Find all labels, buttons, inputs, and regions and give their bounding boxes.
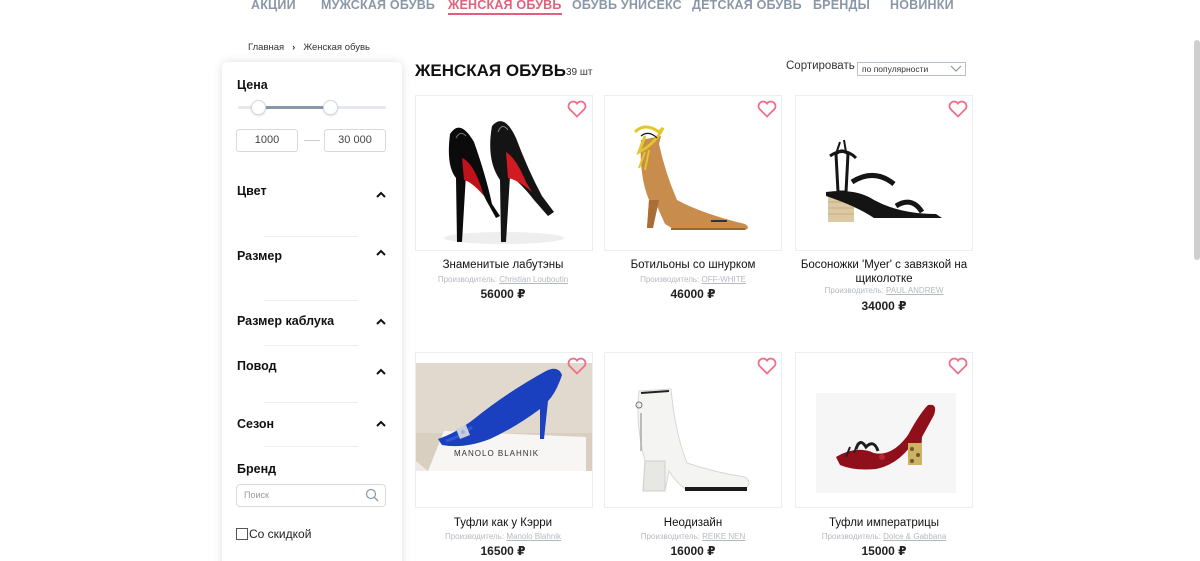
brand-filter-title: Бренд — [237, 462, 277, 476]
product-count: 39 шт — [566, 67, 593, 78]
search-icon[interactable] — [365, 488, 379, 510]
maker-link[interactable]: REIKE NEN — [702, 532, 745, 541]
maker-label: Производитель: — [821, 532, 881, 541]
maker-label: Производитель: — [824, 286, 884, 295]
nav-item-kids[interactable]: ДЕТСКАЯ ОБУВЬ — [692, 0, 802, 12]
maker-link[interactable]: PAUL ANDREW — [886, 286, 943, 295]
product-image-black-pumps[interactable] — [416, 96, 593, 251]
product-card[interactable] — [415, 95, 593, 251]
maker-label: Производитель: — [640, 532, 700, 541]
filter-divider — [264, 446, 358, 447]
chevron-up-icon[interactable] — [376, 249, 386, 259]
sort-select-value: по популярности — [862, 64, 929, 74]
page-title: ЖЕНСКАЯ ОБУВЬ — [415, 61, 566, 80]
color-filter-title[interactable]: Цвет — [237, 184, 267, 198]
product-image-strappy-sandal[interactable] — [796, 96, 973, 251]
product-image-white-ankle-boot[interactable] — [605, 353, 782, 508]
product-price: 16000 ₽ — [670, 544, 716, 558]
filter-divider — [264, 402, 358, 403]
box-brand-text: MANOLO BLAHNIK — [454, 449, 539, 458]
discount-checkbox[interactable] — [236, 528, 248, 540]
product-maker: Производитель: Christian Louboutin — [408, 275, 598, 284]
chevron-up-icon[interactable] — [376, 318, 386, 328]
product-maker: Производитель: PAUL ANDREW — [789, 286, 979, 295]
product-image-red-jeweled-heel[interactable] — [796, 353, 973, 508]
heart-icon[interactable] — [567, 100, 587, 118]
product-price: 15000 ₽ — [861, 544, 907, 558]
product-name[interactable]: Знаменитые лабутэны — [408, 258, 598, 272]
nav-item-new[interactable]: НОВИНКИ — [890, 0, 954, 12]
product-card[interactable] — [795, 95, 973, 251]
filter-divider — [264, 300, 358, 301]
heart-icon[interactable] — [948, 357, 968, 375]
chevron-down-icon — [950, 64, 962, 76]
maker-link[interactable]: Dolce & Gabbana — [883, 532, 946, 541]
maker-link[interactable]: OFF-WHITE — [701, 275, 745, 284]
maker-link[interactable]: Christian Louboutin — [499, 275, 568, 284]
product-price: 56000 ₽ — [480, 287, 526, 301]
chevron-up-icon[interactable] — [376, 368, 386, 378]
maker-label: Производитель: — [444, 532, 505, 541]
page-scrollbar[interactable] — [1194, 40, 1200, 260]
product-card[interactable] — [604, 352, 782, 508]
nav-item-men[interactable]: МУЖСКАЯ ОБУВЬ — [321, 0, 435, 12]
product-maker: Производитель: OFF-WHITE — [598, 275, 788, 284]
product-card[interactable]: MANOLO BLAHNIK — [415, 352, 593, 508]
brand-search-input[interactable]: Поиск — [236, 484, 386, 507]
main-nav: АКЦИИ МУЖСКАЯ ОБУВЬ ЖЕНСКАЯ ОБУВЬ ОБУВЬ … — [0, 0, 1200, 20]
filter-divider — [264, 236, 358, 237]
product-name[interactable]: Босоножки 'Myer' с завязкой на щиколотке — [789, 258, 979, 286]
product-image-blue-satin-pump[interactable]: MANOLO BLAHNIK — [416, 353, 593, 508]
chevron-up-icon[interactable] — [376, 191, 386, 201]
occasion-filter-title[interactable]: Повод — [237, 359, 277, 373]
nav-item-women[interactable]: ЖЕНСКАЯ ОБУВЬ — [448, 0, 562, 15]
price-slider-range — [258, 106, 332, 109]
season-filter-title[interactable]: Сезон — [237, 417, 274, 431]
maker-link[interactable]: Manolo Blahnik — [506, 532, 561, 541]
product-card[interactable] — [795, 352, 973, 508]
price-filter-title: Цена — [237, 78, 268, 92]
product-name[interactable]: Туфли императрицы — [789, 516, 979, 530]
product-maker: Производитель: REIKE NEN — [598, 532, 788, 541]
product-name[interactable]: Ботильоны со шнурком — [598, 258, 788, 272]
brand-search-placeholder: Поиск — [244, 490, 269, 500]
filter-sidebar: Цена 1000 30 000 Цвет Размер Размер кабл… — [222, 62, 402, 561]
product-card[interactable] — [604, 95, 782, 251]
product-name[interactable]: Туфли как у Кэрри — [408, 516, 598, 530]
product-maker: Производитель: Dolce & Gabbana — [789, 532, 979, 541]
breadcrumb: Главная › Женская обувь — [248, 42, 370, 53]
breadcrumb-home[interactable]: Главная — [248, 42, 284, 53]
chevron-up-icon[interactable] — [376, 420, 386, 430]
size-filter-title[interactable]: Размер — [237, 249, 282, 263]
price-max-input[interactable]: 30 000 — [324, 129, 386, 152]
product-price: 34000 ₽ — [861, 299, 907, 313]
discount-label: Со скидкой — [249, 527, 312, 541]
product-price: 16500 ₽ — [480, 544, 526, 558]
heart-icon[interactable] — [757, 100, 777, 118]
heart-icon[interactable] — [567, 357, 587, 375]
product-price: 46000 ₽ — [670, 287, 716, 301]
nav-item-brands[interactable]: БРЕНДЫ — [813, 0, 870, 12]
price-slider-max-handle[interactable] — [323, 100, 338, 115]
product-name[interactable]: Неодизайн — [598, 516, 788, 530]
breadcrumb-separator: › — [292, 42, 296, 53]
price-min-input[interactable]: 1000 — [236, 129, 298, 152]
nav-item-unisex[interactable]: ОБУВЬ УНИСЕКС — [572, 0, 682, 12]
heart-icon[interactable] — [948, 100, 968, 118]
heel-size-filter-title[interactable]: Размер каблука — [237, 314, 334, 328]
breadcrumb-current: Женская обувь — [303, 42, 370, 53]
sort-label: Сортировать — [786, 60, 855, 72]
nav-item-sales[interactable]: АКЦИИ — [251, 0, 296, 12]
price-range-dash — [304, 140, 320, 141]
maker-label: Производитель: — [640, 275, 700, 284]
product-image-tan-ankle-boot[interactable] — [605, 96, 782, 251]
filter-divider — [264, 345, 358, 346]
heart-icon[interactable] — [757, 357, 777, 375]
maker-label: Производитель: — [437, 275, 497, 284]
product-maker: Производитель: Manolo Blahnik — [408, 532, 598, 541]
sort-select[interactable]: по популярности — [857, 62, 966, 76]
discount-filter[interactable]: Со скидкой — [236, 527, 311, 541]
price-slider-min-handle[interactable] — [251, 100, 266, 115]
